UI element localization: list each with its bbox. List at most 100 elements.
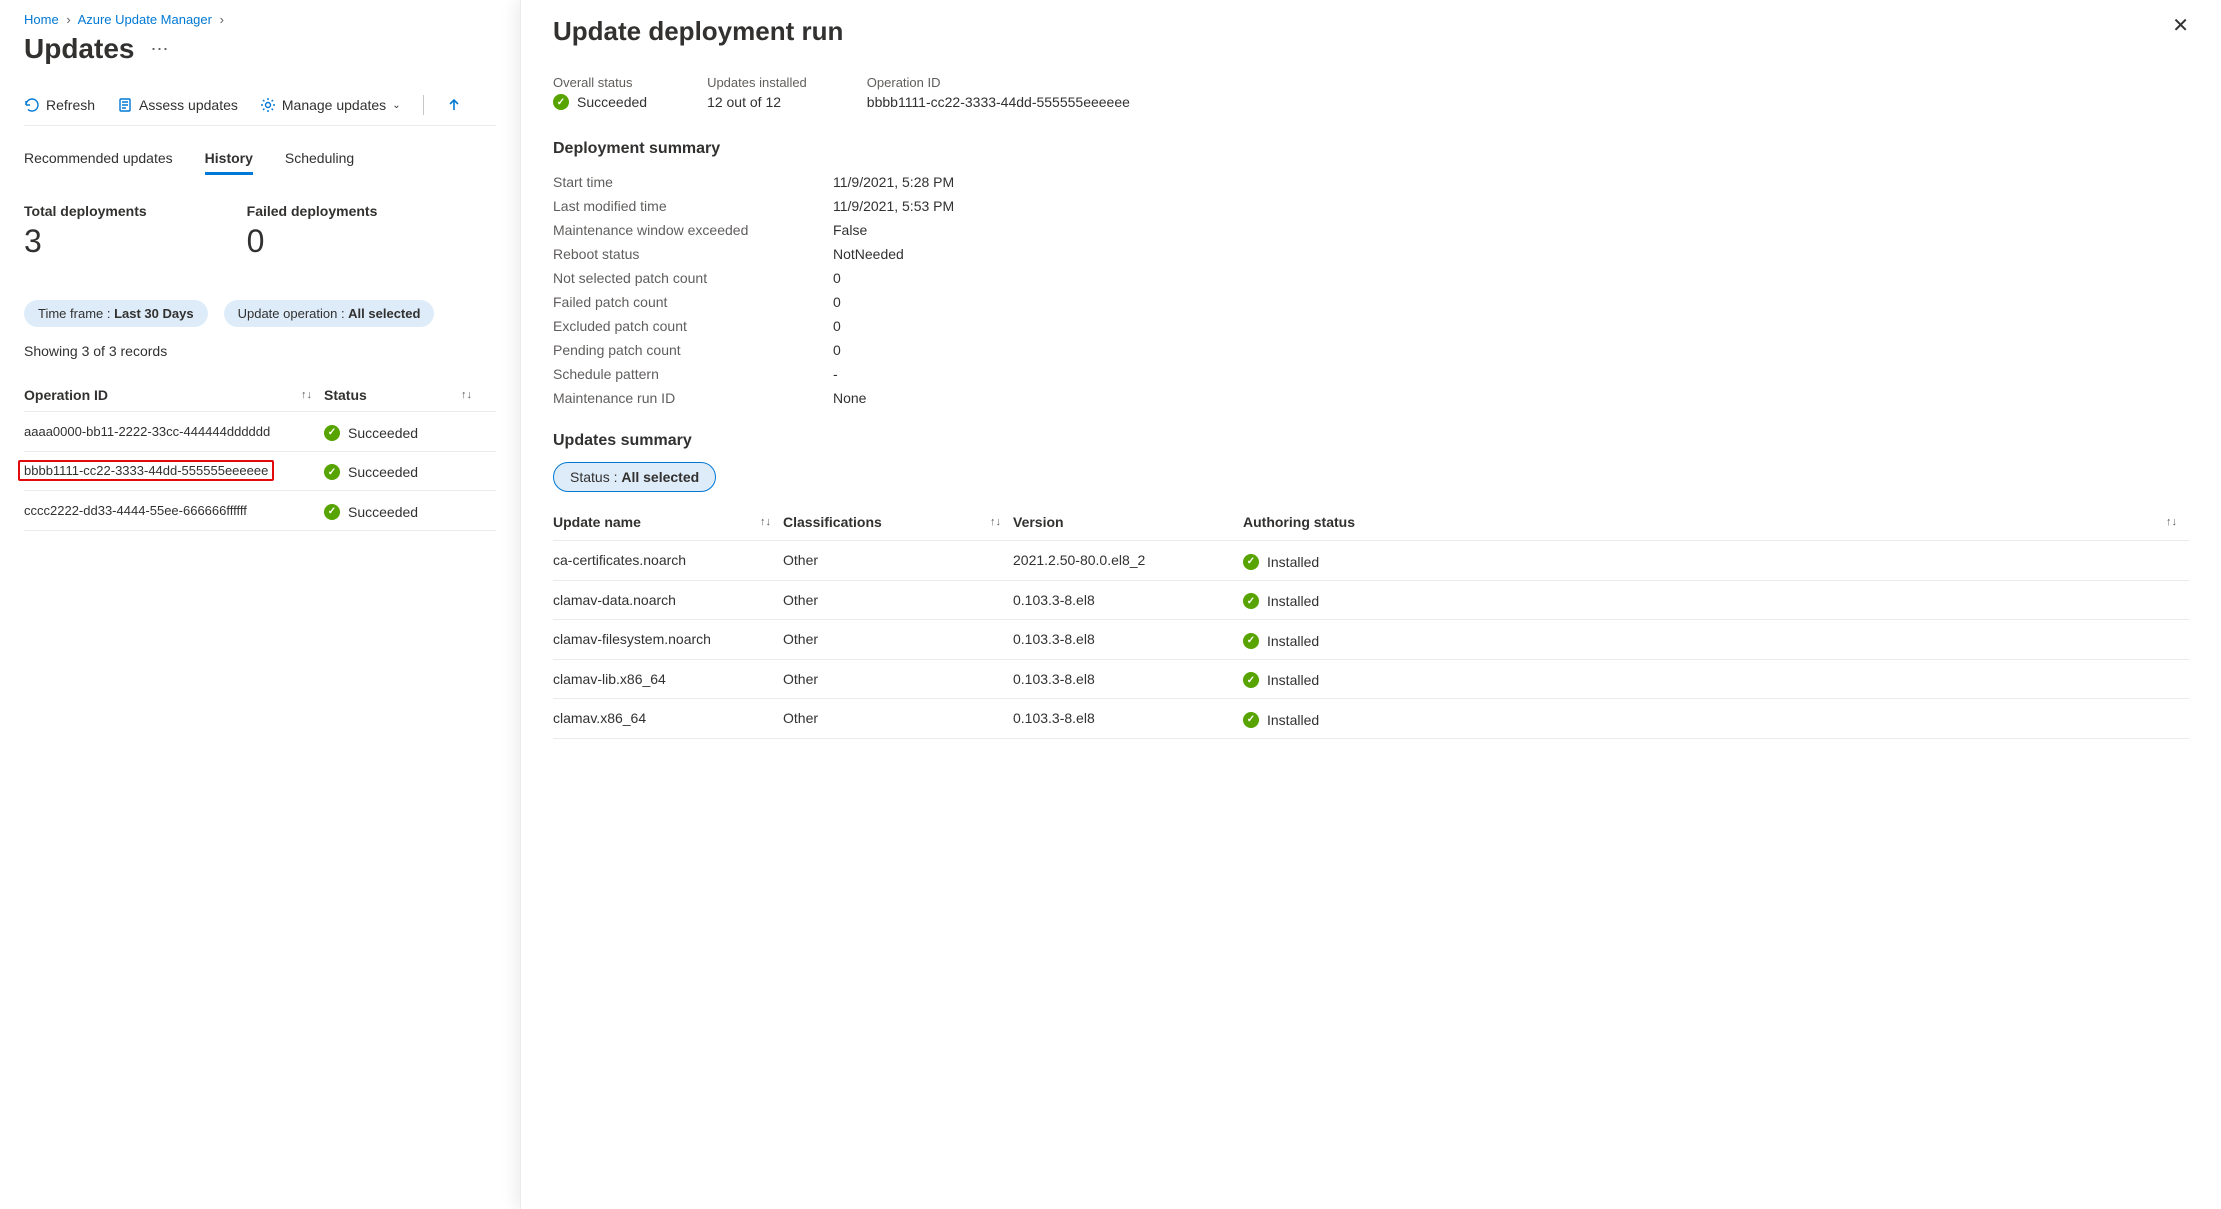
summary-row: Reboot statusNotNeeded xyxy=(553,242,2189,266)
stat-total: Total deployments 3 xyxy=(24,203,147,260)
table-row[interactable]: aaaa0000-bb11-2222-33cc-444444ddddddSucc… xyxy=(24,412,496,452)
toolbar-divider xyxy=(423,95,424,115)
close-button[interactable]: ✕ xyxy=(2172,16,2189,36)
success-icon xyxy=(1243,672,1259,688)
summary-value: 0 xyxy=(833,342,841,358)
tab-recommended[interactable]: Recommended updates xyxy=(24,150,173,175)
col-status[interactable]: Status ↑↓ xyxy=(324,387,484,403)
summary-label: Maintenance window exceeded xyxy=(553,222,833,238)
cell-update-name: clamav-lib.x86_64 xyxy=(553,671,783,687)
summary-label: Maintenance run ID xyxy=(553,390,833,406)
cell-status: Succeeded xyxy=(324,501,484,520)
success-icon xyxy=(1243,554,1259,570)
col-update-name[interactable]: Update name ↑↓ xyxy=(553,514,783,530)
table-row[interactable]: bbbb1111-cc22-3333-44dd-555555eeeeeeSucc… xyxy=(24,452,496,492)
success-icon xyxy=(553,94,569,110)
stats-row: Total deployments 3 Failed deployments 0 xyxy=(24,203,496,260)
summary-label: Reboot status xyxy=(553,246,833,262)
cell-update-name: clamav.x86_64 xyxy=(553,710,783,726)
table-row[interactable]: clamav-filesystem.noarchOther0.103.3-8.e… xyxy=(553,620,2189,660)
summary-value: 11/9/2021, 5:28 PM xyxy=(833,174,954,190)
col-authoring-status[interactable]: Authoring status ↑↓ xyxy=(1243,514,2189,530)
sort-icon: ↑↓ xyxy=(461,389,472,401)
summary-label: Schedule pattern xyxy=(553,366,833,382)
breadcrumb-manager[interactable]: Azure Update Manager xyxy=(78,12,212,27)
summary-row: Maintenance window exceededFalse xyxy=(553,218,2189,242)
manage-label: Manage updates xyxy=(282,97,386,113)
table-row[interactable]: clamav-lib.x86_64Other0.103.3-8.el8Insta… xyxy=(553,660,2189,700)
table-row[interactable]: clamav-data.noarchOther0.103.3-8.el8Inst… xyxy=(553,581,2189,621)
summary-label: Failed patch count xyxy=(553,294,833,310)
refresh-label: Refresh xyxy=(46,97,95,113)
clipboard-icon xyxy=(117,97,133,113)
chevron-down-icon: ⌄ xyxy=(392,100,400,111)
tabs: Recommended updates History Scheduling xyxy=(24,150,496,175)
col-auth-label: Authoring status xyxy=(1243,514,1355,530)
col-operation-id[interactable]: Operation ID ↑↓ xyxy=(24,387,324,403)
cell-authoring-status: Installed xyxy=(1243,591,2189,610)
ov-opid-label: Operation ID xyxy=(867,75,1130,90)
refresh-button[interactable]: Refresh xyxy=(24,97,95,113)
success-icon xyxy=(1243,712,1259,728)
summary-row: Maintenance run IDNone xyxy=(553,386,2189,410)
history-grid-header: Operation ID ↑↓ Status ↑↓ xyxy=(24,379,496,412)
summary-label: Pending patch count xyxy=(553,342,833,358)
col-ver-label: Version xyxy=(1013,514,1064,530)
cell-update-name: clamav-data.noarch xyxy=(553,592,783,608)
cell-classification: Other xyxy=(783,592,1013,608)
summary-row: Not selected patch count0 xyxy=(553,266,2189,290)
success-icon xyxy=(1243,593,1259,609)
summary-value: 0 xyxy=(833,270,841,286)
cell-version: 0.103.3-8.el8 xyxy=(1013,710,1243,726)
breadcrumb-home[interactable]: Home xyxy=(24,12,59,27)
cell-update-name: ca-certificates.noarch xyxy=(553,552,783,568)
left-pane: Home › Azure Update Manager › Updates ⋯ … xyxy=(0,0,520,1209)
tab-scheduling[interactable]: Scheduling xyxy=(285,150,354,175)
filter-pills: Time frame : Last 30 Days Update operati… xyxy=(24,300,496,327)
overall-status: Overall status Succeeded xyxy=(553,75,647,110)
refresh-icon xyxy=(24,97,40,113)
time-frame-filter[interactable]: Time frame : Last 30 Days xyxy=(24,300,208,327)
chevron-right-icon: › xyxy=(220,12,224,27)
detail-pane: Update deployment run ✕ Overall status S… xyxy=(520,0,2221,1209)
sort-icon: ↑↓ xyxy=(301,389,312,401)
col-update-name-label: Update name xyxy=(553,514,641,530)
status-filter-pill[interactable]: Status : All selected xyxy=(553,462,716,492)
ov-status-value: Succeeded xyxy=(577,94,647,110)
summary-value: False xyxy=(833,222,867,238)
summary-row: Schedule pattern- xyxy=(553,362,2189,386)
col-classifications[interactable]: Classifications ↑↓ xyxy=(783,514,1013,530)
update-operation-filter[interactable]: Update operation : All selected xyxy=(224,300,435,327)
deployment-summary-title: Deployment summary xyxy=(553,140,2189,158)
more-actions-button[interactable]: ⋯ xyxy=(150,39,168,60)
updates-grid-body: ca-certificates.noarchOther2021.2.50-80.… xyxy=(553,541,2189,739)
status-filter-label: Status : xyxy=(570,469,621,485)
operation-id: Operation ID bbbb1111-cc22-3333-44dd-555… xyxy=(867,75,1130,110)
assess-updates-button[interactable]: Assess updates xyxy=(117,97,238,113)
sort-icon: ↑↓ xyxy=(760,516,771,528)
breadcrumb: Home › Azure Update Manager › xyxy=(24,12,496,27)
toolbar: Refresh Assess updates Manage updates ⌄ xyxy=(24,95,496,126)
cell-update-name: clamav-filesystem.noarch xyxy=(553,631,783,647)
tab-history[interactable]: History xyxy=(205,150,253,175)
updates-grid-header: Update name ↑↓ Classifications ↑↓ Versio… xyxy=(553,504,2189,541)
cell-authoring-status: Installed xyxy=(1243,709,2189,728)
cell-classification: Other xyxy=(783,671,1013,687)
manage-updates-button[interactable]: Manage updates ⌄ xyxy=(260,97,401,113)
cell-classification: Other xyxy=(783,710,1013,726)
col-class-label: Classifications xyxy=(783,514,882,530)
table-row[interactable]: cccc2222-dd33-4444-55ee-666666ffffffSucc… xyxy=(24,491,496,531)
overview-row: Overall status Succeeded Updates install… xyxy=(553,75,2189,110)
table-row[interactable]: clamav.x86_64Other0.103.3-8.el8Installed xyxy=(553,699,2189,739)
stat-failed-value: 0 xyxy=(247,223,378,260)
chevron-right-icon: › xyxy=(66,12,70,27)
summary-label: Last modified time xyxy=(553,198,833,214)
table-row[interactable]: ca-certificates.noarchOther2021.2.50-80.… xyxy=(553,541,2189,581)
col-version[interactable]: Version xyxy=(1013,514,1243,530)
upload-button[interactable] xyxy=(446,97,462,113)
cell-version: 0.103.3-8.el8 xyxy=(1013,631,1243,647)
cell-status: Succeeded xyxy=(324,422,484,441)
op-value: All selected xyxy=(348,306,420,321)
tf-label: Time frame : xyxy=(38,306,114,321)
col-status-label: Status xyxy=(324,387,367,403)
